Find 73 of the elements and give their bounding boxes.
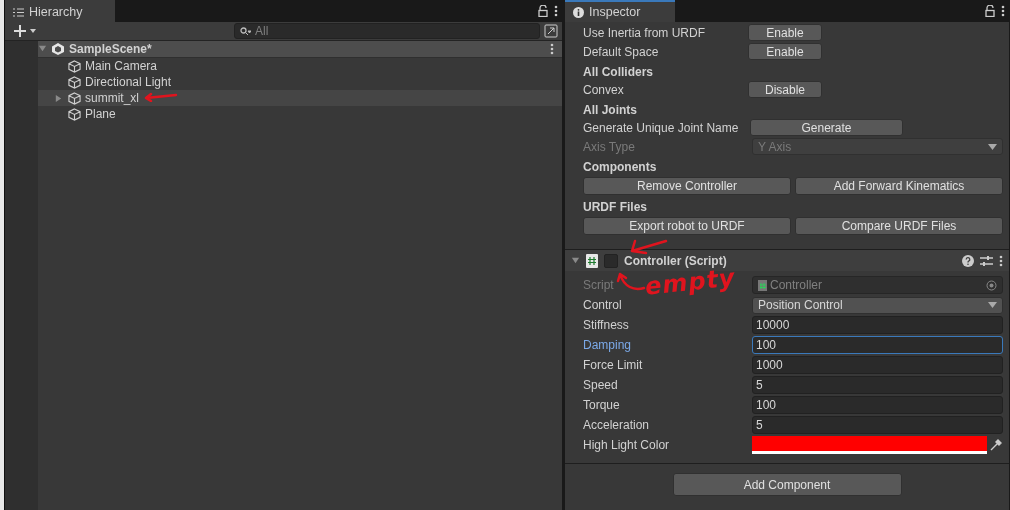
field-label: Stiffness xyxy=(583,318,629,332)
field-label: Convex xyxy=(583,82,625,97)
toggle-button[interactable]: Enable xyxy=(748,43,822,60)
hierarchy-item[interactable]: Main Camera xyxy=(38,58,562,74)
toggle-button[interactable]: Disable xyxy=(748,81,822,98)
inspector-tab[interactable]: Inspector xyxy=(565,0,675,22)
field-label: Script xyxy=(583,278,614,292)
more-icon[interactable] xyxy=(550,43,554,55)
list-icon xyxy=(13,7,24,17)
action-button[interactable]: Compare URDF Files xyxy=(795,216,1003,235)
annotation-arrow xyxy=(144,92,178,102)
action-button[interactable]: Remove Controller xyxy=(583,176,791,195)
field-label: Generate Unique Joint Name xyxy=(583,120,740,135)
field-label: Damping xyxy=(583,338,632,352)
more-icon[interactable] xyxy=(1001,5,1005,17)
number-field[interactable]: 1000 xyxy=(752,356,1003,374)
field-label: Torque xyxy=(583,398,620,412)
enabled-checkbox[interactable] xyxy=(604,253,618,268)
action-button[interactable]: Export robot to URDF xyxy=(583,216,791,235)
script-file-icon xyxy=(758,279,767,291)
info-icon xyxy=(573,6,584,18)
component-header[interactable]: Controller (Script) xyxy=(565,249,1009,271)
field-label: Default Space xyxy=(583,44,660,59)
action-button[interactable]: Add Forward Kinematics xyxy=(795,176,1003,195)
number-field[interactable]: 100 xyxy=(752,396,1003,414)
section-heading: URDF Files xyxy=(583,200,648,214)
caret-icon xyxy=(988,302,997,308)
help-icon[interactable] xyxy=(962,254,974,267)
more-icon[interactable] xyxy=(999,254,1003,267)
number-field[interactable]: 10000 xyxy=(752,316,1003,334)
scene-row[interactable]: SampleScene* xyxy=(38,41,562,58)
scene-search-icon[interactable] xyxy=(544,24,558,38)
field-label: Speed xyxy=(583,378,618,392)
eyedropper-icon[interactable] xyxy=(989,438,1003,452)
hierarchy-tab[interactable]: Hierarchy xyxy=(5,0,115,22)
control-dropdown[interactable]: Position Control xyxy=(752,296,1003,314)
section-heading: All Joints xyxy=(583,103,638,117)
lock-icon[interactable] xyxy=(538,5,548,17)
field-label: Acceleration xyxy=(583,418,650,432)
caret-icon xyxy=(988,143,997,150)
toggle-button[interactable]: Enable xyxy=(748,24,822,41)
cube-icon xyxy=(68,91,81,105)
settings-icon[interactable] xyxy=(980,254,993,267)
color-swatch[interactable] xyxy=(752,436,987,454)
field-label: Axis Type xyxy=(583,139,636,154)
expand-arrow-icon[interactable] xyxy=(38,44,47,53)
search-field[interactable]: All xyxy=(234,23,540,39)
field-label: High Light Color xyxy=(583,438,670,452)
search-icon xyxy=(240,26,251,36)
number-field[interactable]: 100 xyxy=(752,336,1003,354)
annotation-arrow xyxy=(616,271,646,293)
target-icon[interactable] xyxy=(986,279,997,291)
script-icon xyxy=(586,253,598,268)
cube-icon xyxy=(68,75,81,89)
field-label: Control xyxy=(583,298,622,312)
add-menu-icon[interactable] xyxy=(13,24,37,38)
number-field[interactable]: 5 xyxy=(752,376,1003,394)
section-heading: All Colliders xyxy=(583,65,654,79)
field-label: Use Inertia from URDF xyxy=(583,25,707,40)
lock-icon[interactable] xyxy=(985,5,995,17)
generate-button[interactable]: Generate xyxy=(750,119,903,136)
field-label: Force Limit xyxy=(583,358,643,372)
collapsed-arrow-icon[interactable] xyxy=(54,93,63,103)
number-field[interactable]: 5 xyxy=(752,416,1003,434)
more-icon[interactable] xyxy=(554,5,558,17)
section-heading: Components xyxy=(583,160,658,174)
foldout-arrow-icon[interactable] xyxy=(571,255,580,265)
hierarchy-item[interactable]: Directional Light xyxy=(38,74,562,90)
cube-icon xyxy=(68,59,81,73)
hierarchy-item[interactable]: Plane xyxy=(38,106,562,122)
add-component-button[interactable]: Add Component xyxy=(672,473,902,496)
cube-icon xyxy=(68,107,81,121)
hierarchy-item[interactable]: summit_xl xyxy=(38,90,562,106)
